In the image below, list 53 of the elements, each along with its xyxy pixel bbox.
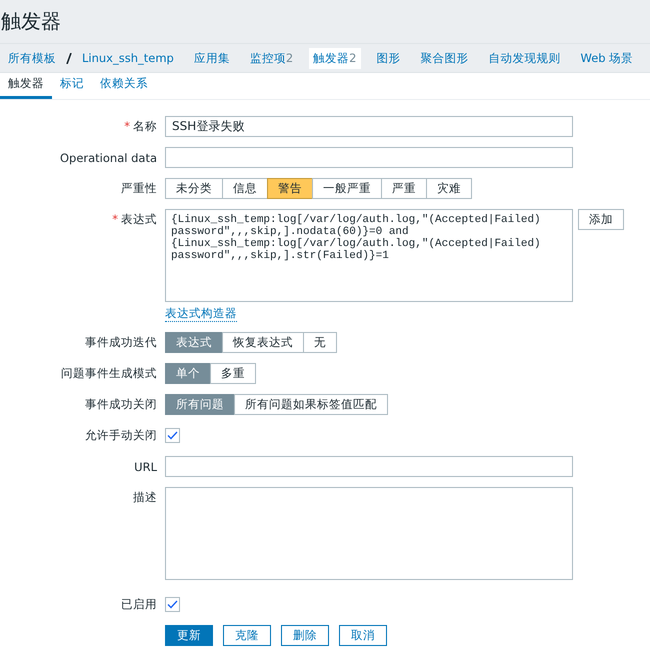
nav-link[interactable]: 自动发现规则 [484, 48, 564, 68]
field-label: URL [134, 460, 157, 474]
required-asterisk: * [124, 119, 130, 133]
expression-builder-link[interactable]: 表达式构造器 [165, 306, 237, 322]
severity-option[interactable]: 警告 [267, 178, 313, 199]
tab[interactable]: 触发器 [0, 72, 52, 99]
severity-option[interactable]: 一般严重 [312, 178, 382, 199]
nav-link[interactable]: 触发器2 [309, 48, 360, 68]
field-label: 描述 [133, 490, 157, 504]
expression-field[interactable]: {Linux_ssh_temp:log[/var/log/auth.log,"(Accepted|Failed) password",,,skip,].nodata(60)}=0 and {Linux_ssh_temp:log[/var/log/auth.log,"(Accepted|Failed) password",,,skip,].str(Failed)}=1 [165, 209, 573, 302]
nav-link[interactable]: Web 场景 [576, 48, 638, 68]
field-label: 已启用 [121, 597, 157, 611]
nav-link[interactable]: 聚合图形 [416, 48, 472, 68]
segment-option[interactable]: 所有问题如果标签值匹配 [234, 394, 388, 415]
segment-option[interactable]: 所有问题 [165, 394, 235, 415]
severity-option[interactable]: 信息 [222, 178, 268, 199]
segment-option[interactable]: 表达式 [165, 332, 223, 353]
checkbox[interactable] [165, 428, 180, 443]
required-asterisk: * [112, 212, 118, 226]
nav-link[interactable]: 监控项2 [246, 48, 298, 68]
nav-link[interactable]: 所有模板 [4, 48, 60, 68]
checkbox[interactable] [165, 597, 180, 612]
field-label: 允许手动关闭 [85, 428, 157, 442]
segment-option[interactable]: 恢复表达式 [222, 332, 304, 353]
add-button[interactable]: 添加 [578, 209, 624, 230]
breadcrumb-separator-icon [66, 52, 72, 64]
nav-link[interactable]: Linux_ssh_temp [78, 48, 178, 68]
field-label: 问题事件生成模式 [61, 366, 157, 380]
description-field[interactable] [165, 487, 573, 580]
operational-data-input[interactable] [165, 147, 573, 168]
segment-option[interactable]: 单个 [165, 363, 211, 384]
update-button[interactable]: 更新 [165, 625, 213, 646]
form-button[interactable]: 取消 [339, 625, 387, 646]
segment-option[interactable]: 无 [303, 332, 337, 353]
tab[interactable]: 标记 [52, 72, 92, 99]
nav-link[interactable]: 应用集 [190, 48, 234, 68]
field-label: 事件成功关闭 [85, 397, 157, 411]
field-label: 严重性 [121, 181, 157, 195]
severity-option[interactable]: 灾难 [426, 178, 472, 199]
field-label: 表达式 [121, 212, 157, 226]
name-input[interactable]: SSH登录失败 [165, 116, 573, 137]
severity-option[interactable]: 严重 [381, 178, 427, 199]
page-title: 触发器 [1, 8, 61, 35]
field-label: Operational data [60, 150, 157, 164]
nav-link[interactable]: 图形 [372, 48, 404, 68]
segment-option[interactable]: 多重 [210, 363, 256, 384]
form-button[interactable]: 删除 [281, 625, 329, 646]
url-input[interactable] [165, 456, 573, 477]
form-button[interactable]: 克隆 [223, 625, 271, 646]
field-label: 名称 [133, 119, 157, 133]
severity-option[interactable]: 未分类 [165, 178, 223, 199]
field-label: 事件成功迭代 [85, 335, 157, 349]
tab[interactable]: 依赖关系 [92, 72, 156, 99]
